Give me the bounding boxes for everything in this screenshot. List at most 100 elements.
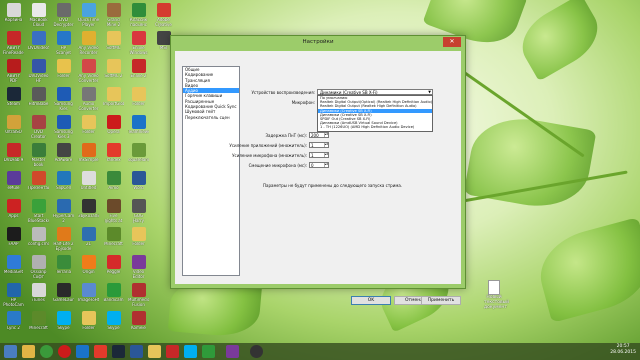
desktop-icon[interactable]: Samsung Kies 3 <box>53 115 74 145</box>
close-button[interactable]: ✕ <box>443 37 461 47</box>
desktop-icon[interactable]: Презентации <box>28 171 49 201</box>
desktop-icon[interactable]: HitmBabe <box>28 87 49 117</box>
desktop-icon[interactable]: MacBook Cloud <box>28 3 49 33</box>
desktop-icon[interactable]: Minecraft <box>103 227 124 257</box>
desktop-icon[interactable]: SlipCell <box>53 171 74 201</box>
desktop-icon[interactable]: Peggle <box>103 255 124 285</box>
desktop-icon[interactable]: DVDVideoSoft <box>28 31 49 61</box>
desktop-icon[interactable]: ABBYY PDF <box>3 59 24 89</box>
dropdown-option[interactable]: Realtek Digital Output (Realtek High Def… <box>318 104 432 108</box>
desktop-icon[interactable]: Start BlueStacks <box>28 199 49 229</box>
dropdown-option[interactable]: 1 - TH (1226UO) (AMD High Definition Aud… <box>318 125 432 129</box>
apply-button[interactable]: Применить <box>421 296 461 305</box>
desktop-icon[interactable]: HyperCam 2 <box>53 199 74 229</box>
desktop-icon[interactable]: GOG Harry Potter <box>128 199 149 229</box>
desktop-icon[interactable]: HP PhotoCam <box>3 283 24 313</box>
desktop-icon[interactable]: Skype <box>103 311 124 341</box>
desktop-icon[interactable]: Yandex <box>103 143 124 173</box>
obs-icon[interactable] <box>250 345 263 358</box>
chrome-icon[interactable] <box>40 345 53 358</box>
desktop-icon[interactable]: HP Scanjet <box>53 31 74 61</box>
folder-icon[interactable] <box>148 345 161 358</box>
desktop-icon[interactable]: QuickTime Player <box>78 3 99 33</box>
desktop-icon[interactable]: Enlive Windows <box>128 31 149 61</box>
desktop-icon[interactable]: DVDFab 9 <box>3 143 24 173</box>
desktop-icon[interactable]: Bandicam <box>103 283 124 313</box>
spin-arrows-icon[interactable]: ▴▾ <box>324 163 328 167</box>
desktop-icon[interactable]: Minecraft <box>28 311 49 341</box>
desktop-icon[interactable]: FAAP <box>3 227 24 257</box>
desktop-icon[interactable]: SoftMC 2 <box>103 59 124 89</box>
desktop-icon[interactable]: Origin <box>78 255 99 285</box>
desktop-icon[interactable]: MediaGet <box>3 255 24 285</box>
desktop-icon[interactable]: TeamViewer <box>128 115 149 145</box>
desktop-icon[interactable]: Ossianp Софт <box>28 255 49 285</box>
desktop-icon[interactable]: Классик пасьянс <box>128 3 149 33</box>
desktop-icon[interactable]: Aimo <box>103 171 124 201</box>
explorer-icon[interactable] <box>22 345 35 358</box>
spin-arrows-icon[interactable]: ▴▾ <box>324 143 328 147</box>
purple-app-icon[interactable] <box>226 345 239 358</box>
app-icon[interactable] <box>166 345 179 358</box>
category-item[interactable]: Переключатель сцен <box>183 115 239 120</box>
desktop-icon[interactable]: squareland <box>128 143 149 173</box>
skype-icon[interactable] <box>184 345 197 358</box>
desktop-icon[interactable]: Folder <box>128 87 149 117</box>
desktop-icon[interactable]: UltraISO <box>3 115 24 145</box>
desktop-icon[interactable]: DVDVideo HF <box>28 59 49 89</box>
desktop-icon[interactable]: Samsung Kies <box>53 87 74 117</box>
desktop-icon[interactable]: Звукозапись <box>78 199 99 229</box>
desktop-icon[interactable]: Untitled <box>78 171 99 201</box>
yandex-icon[interactable] <box>94 345 107 358</box>
desktop-icon[interactable]: Audio Converter <box>78 87 99 117</box>
word-icon[interactable] <box>130 345 143 358</box>
desktop-icon[interactable]: Half-Life 2 Episode One <box>53 227 74 257</box>
spin-arrows-icon[interactable]: ▴▾ <box>324 133 328 137</box>
start-button[interactable] <box>4 345 17 358</box>
delay-stepper[interactable]: 200 ▴▾ <box>309 132 329 138</box>
desktop-icon[interactable]: Terraria <box>53 255 74 285</box>
desktop-icon[interactable]: Enlive 2 <box>128 59 149 89</box>
desktop-icon[interactable]: ImportGlobal <box>103 87 124 117</box>
desktop-icon[interactable]: Adobe Creative Cloud <box>153 3 174 33</box>
spin-arrows-icon[interactable]: ▴▾ <box>324 153 328 157</box>
desktop-icon[interactable]: Folder <box>78 115 99 145</box>
steam-icon[interactable] <box>112 345 125 358</box>
desktop-icon[interactable]: Lync 2 <box>3 311 24 341</box>
media-icon[interactable] <box>76 345 89 358</box>
desktop-text-file[interactable]: Новый текстовый документ <box>484 280 509 310</box>
mic-offset-stepper[interactable]: 0 ▴▾ <box>309 162 329 168</box>
desktop-icon[interactable]: Folder <box>128 227 149 257</box>
desktop-icon[interactable]: iTunes <box>28 283 49 313</box>
desktop-icon[interactable]: Apps <box>3 199 24 229</box>
title-bar[interactable]: Настройки ✕ <box>171 36 465 51</box>
store-icon[interactable] <box>202 345 215 358</box>
opera-icon[interactable] <box>58 345 71 358</box>
desktop-icon[interactable]: Any Video Recorder <box>78 31 99 61</box>
desktop-icon[interactable]: eMule <box>3 171 24 201</box>
desktop-icon[interactable]: Five nights at Freddy's <box>103 199 124 229</box>
desktop-icon[interactable]: Master book <box>28 143 49 173</box>
desktop-icon[interactable]: Steam <box>3 87 24 117</box>
desktop-icon[interactable]: Video Editor <box>128 255 149 285</box>
desktop-icon[interactable]: SoftMC <box>103 31 124 61</box>
desktop-icon[interactable]: DVD Decrypter <box>53 3 74 33</box>
desktop-icon[interactable]: Skype <box>53 311 74 341</box>
desktop-icon[interactable]: config.cmd <box>28 227 49 257</box>
desktop-icon[interactable]: Opera <box>103 115 124 145</box>
app-gain-stepper[interactable]: 1 ▴▾ <box>309 142 329 148</box>
desktop-icon[interactable]: AdAware <box>53 143 74 173</box>
desktop-icon[interactable]: ABBYY FineReader <box>3 31 24 61</box>
desktop-icon[interactable]: Корзина <box>3 3 24 33</box>
ok-button[interactable]: OK <box>351 296 391 305</box>
desktop-icon[interactable]: 21 <box>78 227 99 257</box>
desktop-icon[interactable]: Grand Mine 2 <box>103 3 124 33</box>
desktop-icon[interactable]: mkSimple <box>78 143 99 173</box>
desktop-icon[interactable]: Folder <box>78 311 99 341</box>
desktop-icon[interactable]: ImageToHtml <box>78 283 99 313</box>
desktop-icon[interactable]: Multimedia Fusion <box>128 283 149 313</box>
desktop-icon[interactable]: Folder <box>53 59 74 89</box>
clock[interactable]: 20:57 28.06.2015 <box>610 344 636 356</box>
desktop-icon[interactable]: Word <box>128 171 149 201</box>
desktop-icon[interactable]: Any Video Converter <box>78 59 99 89</box>
